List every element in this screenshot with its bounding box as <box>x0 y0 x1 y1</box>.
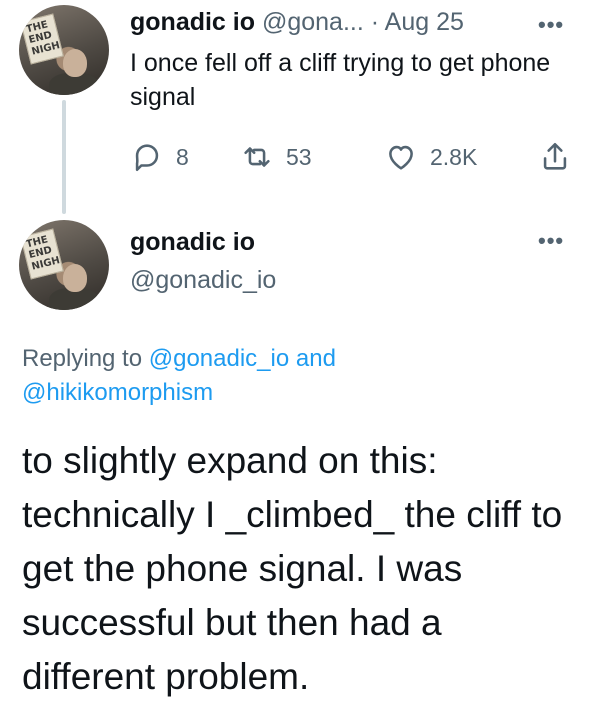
thread-line <box>62 100 66 214</box>
replying-to: Replying to @gonadic_io and @hikikomorph… <box>22 342 442 410</box>
separator-dot: · <box>370 8 380 36</box>
tweet-actions: 8 53 2.8K <box>130 140 580 180</box>
avatar-head <box>63 264 87 292</box>
author-handle[interactable]: @gona... <box>262 8 364 36</box>
author-handle[interactable]: @gonadic_io <box>130 266 276 295</box>
reply-button[interactable]: 8 <box>130 140 189 174</box>
tweet-text: I once fell off a cliff trying to get ph… <box>130 49 551 111</box>
like-icon <box>389 145 413 170</box>
reply-count: 8 <box>176 143 189 170</box>
like-button[interactable]: 2.8K <box>384 140 477 174</box>
share-button[interactable] <box>538 140 572 174</box>
retweet-button[interactable]: 53 <box>240 140 312 174</box>
tweet-text: to slightly expand on this: technically … <box>22 440 563 697</box>
more-options-icon[interactable]: ••• <box>538 228 564 254</box>
tweet-thread: THE END NIGH gonadic io @gona... · Aug 25 … <box>0 0 599 711</box>
tweet-date[interactable]: Aug 25 <box>385 8 464 36</box>
tweet-header: gonadic io @gona... · Aug 25 <box>130 8 464 37</box>
share-icon <box>543 142 567 170</box>
avatar-sign: THE END NIGH <box>20 228 64 280</box>
mention-link[interactable]: @hikikomorphism <box>22 379 213 406</box>
avatar[interactable]: THE END NIGH <box>19 220 109 310</box>
avatar-head <box>63 49 87 77</box>
author-name[interactable]: gonadic io <box>130 228 255 257</box>
avatar-sign: THE END NIGH <box>20 13 64 65</box>
mention-link[interactable]: @gonadic_io <box>149 345 289 372</box>
like-count: 2.8K <box>430 143 478 170</box>
author-name[interactable]: gonadic io <box>130 8 255 36</box>
replying-prefix: Replying to <box>22 345 143 372</box>
retweet-icon <box>244 147 270 167</box>
more-options-icon[interactable]: ••• <box>538 12 564 38</box>
retweet-count: 53 <box>286 143 312 170</box>
reply-icon <box>135 144 159 172</box>
avatar[interactable]: THE END NIGH <box>19 5 109 95</box>
replying-and: and <box>295 345 336 372</box>
